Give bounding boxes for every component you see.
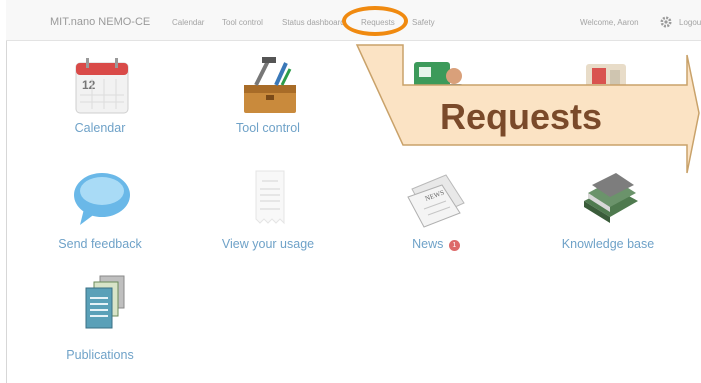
svg-text:12: 12 xyxy=(82,78,96,92)
tile-tool-control[interactable]: Tool control xyxy=(193,55,343,140)
nav-safety[interactable]: Safety xyxy=(412,18,435,27)
tile-send-feedback[interactable]: Send feedback xyxy=(25,167,175,252)
nav-calendar[interactable]: Calendar xyxy=(172,18,204,27)
nav-status-dashboard[interactable]: Status dashboard xyxy=(282,18,345,27)
speech-bubble-icon xyxy=(74,173,130,225)
requests-highlight-ring xyxy=(342,6,408,36)
tile-knowledge-base-label: Knowledge base xyxy=(561,237,655,251)
tile-view-usage-label: View your usage xyxy=(221,237,315,251)
tile-calendar-label: Calendar xyxy=(74,121,126,135)
toolbox-icon xyxy=(244,57,296,113)
tile-view-usage[interactable]: View your usage xyxy=(193,167,343,252)
tile-news-label: News 1 xyxy=(361,237,511,251)
brand-link[interactable]: MIT.nano NEMO-CE xyxy=(50,16,150,28)
tile-send-feedback-label: Send feedback xyxy=(58,237,142,251)
tile-publications[interactable]: Publications xyxy=(25,274,175,364)
gear-icon[interactable] xyxy=(659,15,673,29)
requests-callout-text: Requests xyxy=(440,96,603,137)
calendar-icon: 12 xyxy=(75,58,129,114)
news-count-badge: 1 xyxy=(448,240,460,251)
nav-tool-control[interactable]: Tool control xyxy=(222,18,263,27)
tile-news-text: News xyxy=(412,237,444,251)
documents-icon xyxy=(85,275,125,329)
receipt-icon xyxy=(255,170,285,225)
tile-tool-control-label: Tool control xyxy=(236,121,300,135)
tile-calendar[interactable]: 12 Calendar xyxy=(25,55,175,140)
tile-publications-label: Publications xyxy=(66,348,134,362)
welcome-user[interactable]: Welcome, Aaron xyxy=(580,18,639,27)
logout-link[interactable]: Logout xyxy=(679,18,701,27)
